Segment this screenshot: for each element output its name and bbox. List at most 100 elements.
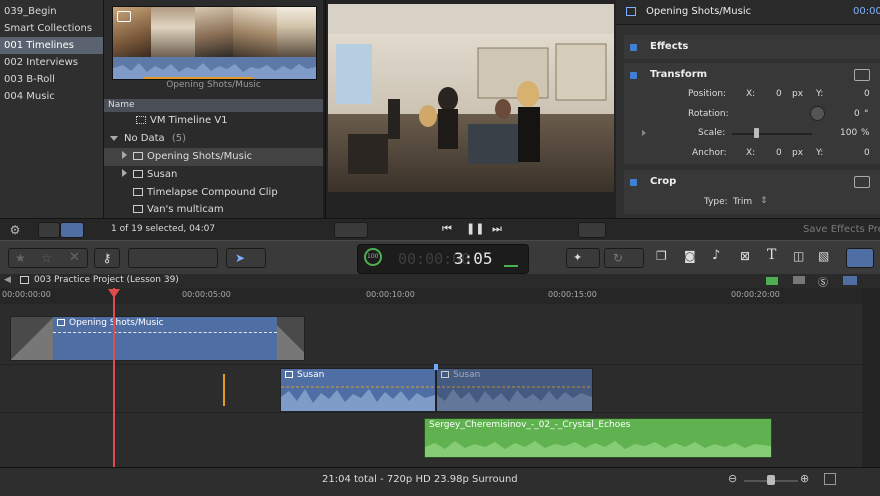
zoom-in-icon[interactable]: ⊕ xyxy=(800,472,809,485)
retime-icon[interactable]: ↻ xyxy=(604,248,644,268)
position-y-value[interactable]: 0 xyxy=(864,89,870,99)
disclosure-triangle-icon[interactable] xyxy=(122,169,127,177)
generators-icon[interactable]: ◫ xyxy=(793,249,804,263)
edit-buttons[interactable] xyxy=(128,248,218,268)
library-item-004-music[interactable]: 004 Music xyxy=(0,88,103,105)
chevron-up-down-icon[interactable]: ⇕ xyxy=(760,196,768,206)
list-item[interactable]: VM Timeline V1 xyxy=(104,112,323,130)
gear-icon[interactable]: ⚙ xyxy=(4,222,26,238)
rotation-value[interactable]: 0 xyxy=(854,109,860,119)
library-item-smart-collections[interactable]: Smart Collections xyxy=(0,20,103,37)
list-item-label: No Data xyxy=(124,133,165,144)
list-item[interactable]: Timelapse Compound Clip xyxy=(104,184,323,202)
titles-icon[interactable]: T xyxy=(767,247,776,263)
clip-label: Opening Shots/Music xyxy=(69,318,164,328)
clip-susan-2[interactable]: Susan xyxy=(436,368,593,412)
favorite-star-icon[interactable]: ★ xyxy=(15,251,26,265)
back-arrow-icon[interactable]: ◀ xyxy=(4,275,11,285)
select-tool-arrow-icon[interactable]: ➤ xyxy=(226,248,266,268)
library-item-002-interviews[interactable]: 002 Interviews xyxy=(0,54,103,71)
library-item-001-timelines[interactable]: 001 Timelines xyxy=(0,37,103,54)
playhead[interactable] xyxy=(113,288,115,467)
ruler-tick-label: 00:00:15:00 xyxy=(548,290,597,299)
list-item-label: Susan xyxy=(147,169,178,180)
transition[interactable] xyxy=(11,317,53,360)
transition[interactable] xyxy=(277,317,304,360)
unrate-star-icon[interactable]: ☆ xyxy=(41,251,52,265)
previous-frame-icon[interactable]: ⏮ xyxy=(442,222,452,236)
list-folder-no-data[interactable]: No Data (5) xyxy=(104,130,323,148)
disclosure-triangle-icon[interactable] xyxy=(122,151,127,159)
inspector-toggle-button[interactable] xyxy=(846,248,874,268)
viewer-display-options-button[interactable] xyxy=(334,222,368,238)
scale-slider-knob[interactable] xyxy=(754,128,759,138)
fullscreen-icon[interactable] xyxy=(578,222,606,238)
ruler-tick-label: 00:00:00:00 xyxy=(2,290,51,299)
pause-icon[interactable]: ❚❚ xyxy=(466,222,484,235)
scale-slider[interactable] xyxy=(732,133,812,135)
snapping-icon[interactable] xyxy=(793,276,805,284)
timeline-ruler[interactable]: 00:00:00:00 00:00:05:00 00:00:10:00 00:0… xyxy=(0,288,862,305)
audio-meter-icon[interactable] xyxy=(504,255,518,267)
section-toggle-icon[interactable] xyxy=(630,44,637,51)
media-browser-icon[interactable]: ❐ xyxy=(656,249,667,263)
timeline-header: ◀ 003 Practice Project (Lesson 39) Ⓢ xyxy=(0,274,880,289)
list-item[interactable]: Van's multicam xyxy=(104,202,323,218)
clip-appearance-switch[interactable] xyxy=(824,473,836,485)
video-frame[interactable] xyxy=(328,4,614,192)
clip-label: Sergey_Cheremisinov_-_02_-_Crystal_Echoe… xyxy=(429,420,631,430)
scale-value[interactable]: 100 xyxy=(840,128,857,138)
list-header-name[interactable]: Name xyxy=(104,99,323,112)
music-icon[interactable]: ♪ xyxy=(712,248,720,263)
filmstrip-frame xyxy=(233,7,277,57)
crop-section: Crop Type: Trim ⇕ xyxy=(624,170,880,214)
disclosure-triangle-icon[interactable] xyxy=(110,136,118,141)
transitions-icon[interactable]: ⊠ xyxy=(740,249,750,263)
themes-icon[interactable]: ▧ xyxy=(818,249,829,263)
filmstrip-view-button[interactable] xyxy=(38,222,60,238)
clip-appearance-icon[interactable] xyxy=(843,276,857,285)
transform-onscreen-control-icon[interactable] xyxy=(854,69,870,81)
edit-point-handle[interactable] xyxy=(434,364,438,370)
zoom-slider-knob[interactable] xyxy=(767,475,775,485)
anchor-y-value[interactable]: 0 xyxy=(864,148,870,158)
rating-buttons[interactable]: ★ ☆ ✕ xyxy=(8,248,88,268)
photos-camera-icon[interactable]: ◙ xyxy=(684,249,696,263)
timeline-scrollbar[interactable] xyxy=(862,288,880,467)
next-frame-icon[interactable]: ⏭ xyxy=(492,222,502,236)
solo-icon[interactable]: Ⓢ xyxy=(818,274,828,289)
filmstrip[interactable] xyxy=(112,6,317,80)
scale-label: Scale: xyxy=(698,128,726,138)
clip-susan-1[interactable]: Susan xyxy=(280,368,436,412)
multicam-clip-icon xyxy=(133,205,143,213)
crop-type-select[interactable]: Trim xyxy=(733,197,752,207)
list-item-count: (5) xyxy=(171,133,187,144)
compound-clip-icon xyxy=(133,152,143,160)
clip-label: Susan xyxy=(453,370,481,380)
keyword-icon[interactable]: ⚷ xyxy=(94,248,120,268)
audio-skimming-icon[interactable] xyxy=(766,277,778,285)
list-item[interactable]: Susan xyxy=(104,166,323,184)
library-item-039-begin[interactable]: 039_Begin xyxy=(0,3,103,20)
clip-compound-opening-shots[interactable]: Opening Shots/Music xyxy=(10,316,305,361)
dashboard[interactable]: 100 00:00:00 3:05 xyxy=(357,244,529,274)
effects-section[interactable]: Effects xyxy=(624,35,880,59)
zoom-out-icon[interactable]: ⊖ xyxy=(728,472,737,485)
anchor-x-value[interactable]: 0 xyxy=(776,148,782,158)
compound-clip-icon xyxy=(133,188,143,196)
crop-onscreen-control-icon[interactable] xyxy=(854,176,870,188)
clip-music-crystal-echoes[interactable]: Sergey_Cheremisinov_-_02_-_Crystal_Echoe… xyxy=(424,418,772,458)
list-view-button[interactable] xyxy=(60,222,84,238)
library-item-003-b-roll[interactable]: 003 B-Roll xyxy=(0,71,103,88)
section-toggle-icon[interactable] xyxy=(630,179,637,186)
rotation-dial[interactable] xyxy=(810,106,825,121)
save-effects-preset-button[interactable]: Save Effects Pre xyxy=(803,224,880,235)
reject-icon[interactable]: ✕ xyxy=(69,250,80,265)
timeline-status-bar: 21:04 total - 720p HD 23.98p Surround ⊖ … xyxy=(0,467,880,496)
position-x-value[interactable]: 0 xyxy=(776,89,782,99)
background-tasks-percent: 100 xyxy=(367,253,379,260)
list-item[interactable]: Opening Shots/Music xyxy=(104,148,323,166)
enhancements-wand-icon[interactable]: ✦ xyxy=(566,248,600,268)
disclosure-triangle-icon[interactable] xyxy=(642,130,646,136)
section-toggle-icon[interactable] xyxy=(630,72,637,79)
